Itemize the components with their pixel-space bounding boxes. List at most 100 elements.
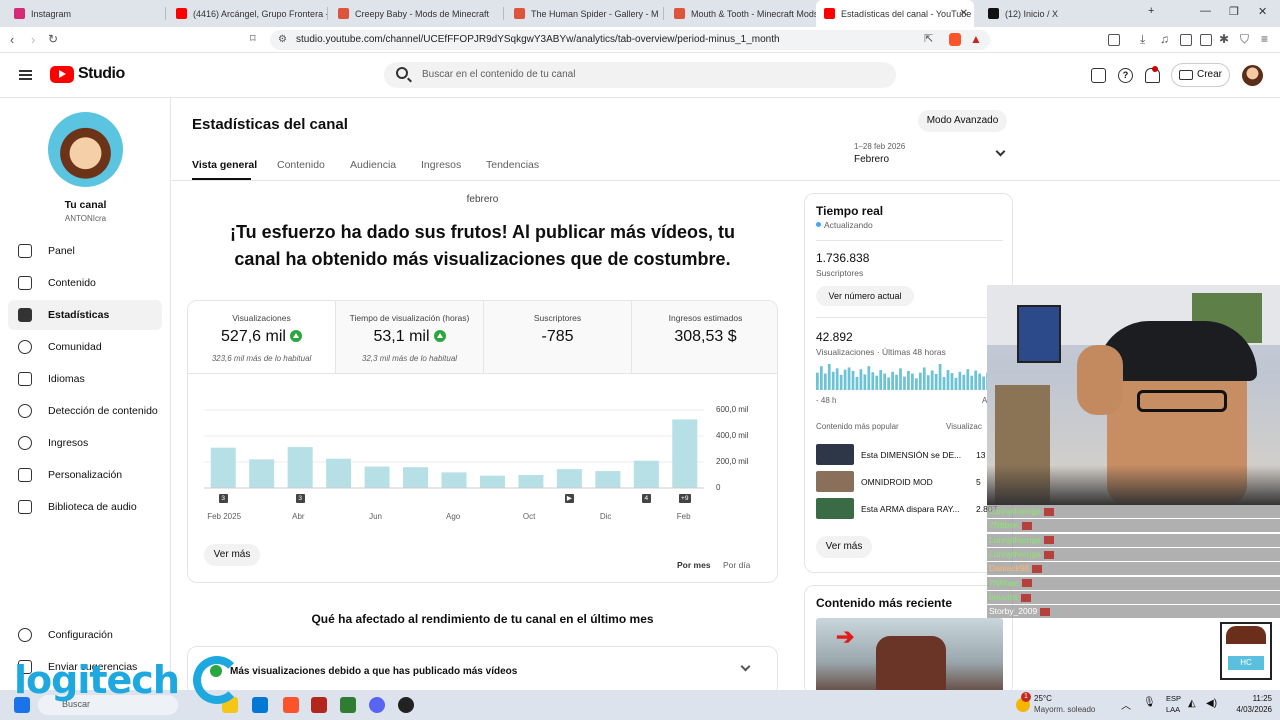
close-tab-icon[interactable]: ✕ [960, 8, 968, 19]
browser-tab[interactable]: (12) Inicio / X [980, 0, 1140, 27]
sidebar-item-subtitles[interactable]: Idiomas [8, 364, 162, 394]
maximize-button[interactable]: ❐ [1229, 5, 1239, 18]
brave-rewards-icon[interactable]: ▲ [970, 32, 982, 46]
browser-tab[interactable]: The Human Spider - Gallery - Minec [506, 0, 658, 27]
store-icon[interactable] [252, 697, 268, 713]
reader-icon[interactable] [1108, 34, 1120, 46]
per-day-toggle[interactable]: Por día [723, 560, 750, 570]
sidebar-item-monetization[interactable]: Ingresos [8, 428, 162, 458]
chart-bar[interactable] [441, 472, 467, 488]
chart-bar[interactable] [518, 475, 544, 488]
extensions-icon[interactable]: ✱ [1219, 32, 1229, 46]
site-info-icon[interactable]: ⚙ [278, 30, 287, 50]
sidebar-item-copyright[interactable]: Detección de contenido [8, 396, 162, 426]
subtitles-icon[interactable] [1091, 68, 1106, 83]
chart-upload-marker[interactable]: ▶ [564, 494, 574, 503]
tray-chevron-icon[interactable]: ︿ [1121, 697, 1131, 712]
chart-upload-marker[interactable]: 4 [641, 494, 651, 503]
tab-content[interactable]: Contenido [277, 159, 325, 171]
brave-icon[interactable] [283, 697, 299, 713]
chart-bar[interactable] [672, 419, 698, 488]
metric-tab-3[interactable]: Ingresos estimados 308,53 $ [632, 301, 777, 373]
notes-icon[interactable] [340, 697, 356, 713]
see-current-count-button[interactable]: Ver número actual [816, 286, 914, 306]
browser-tab[interactable]: Mouth & Tooth - Minecraft Mods - [666, 0, 816, 27]
youtube-logo-icon[interactable] [50, 66, 74, 83]
hamburger-menu-icon[interactable] [19, 70, 32, 80]
chart-bar[interactable] [249, 459, 275, 488]
sidebar-item-settings[interactable]: Configuración [8, 620, 162, 650]
chart-upload-marker[interactable]: 3 [295, 494, 305, 503]
back-icon[interactable]: ‹ [10, 32, 14, 47]
language-code[interactable]: ESP [1166, 694, 1181, 703]
browser-tab[interactable]: Instagram [6, 0, 166, 27]
minimize-button[interactable]: — [1200, 5, 1211, 17]
discord-icon[interactable] [369, 697, 385, 713]
vpn-icon[interactable]: ⛉ [1240, 32, 1249, 47]
volume-icon[interactable]: ◀) [1206, 698, 1217, 709]
chart-upload-marker[interactable]: 3 [218, 494, 228, 503]
sidebar-item-audio-library[interactable]: Biblioteca de audio [8, 492, 162, 522]
music-icon[interactable]: ♫ [1160, 32, 1169, 46]
reload-icon[interactable]: ↻ [48, 32, 58, 46]
chart-bar[interactable] [595, 471, 621, 488]
sidebar-item-dashboard[interactable]: Panel [8, 236, 162, 266]
realtime-see-more-button[interactable]: Ver más [816, 536, 872, 558]
tab-overview[interactable]: Vista general [192, 159, 257, 171]
search-input[interactable]: Buscar en el contenido de tu canal [384, 62, 896, 88]
sidebar-item-content[interactable]: Contenido [8, 268, 162, 298]
sidebar-icon[interactable] [1180, 34, 1192, 46]
chevron-down-icon[interactable] [740, 661, 751, 672]
mic-icon[interactable]: 🎙 [1143, 697, 1156, 708]
wallet-icon[interactable] [1200, 34, 1212, 46]
tab-audience[interactable]: Audiencia [350, 159, 396, 171]
studio-logo-text[interactable]: Studio [78, 65, 125, 83]
chart-bar[interactable] [287, 447, 313, 488]
sidebar-item-community[interactable]: Comunidad [8, 332, 162, 362]
url-field[interactable]: ⚙ studio.youtube.com/channel/UCEfFFOPJR9… [270, 30, 990, 50]
keyboard-layout[interactable]: LAA [1166, 705, 1180, 714]
date-range-selector[interactable]: 1–28 feb 2026 Febrero [854, 142, 1006, 172]
browser-tab[interactable]: (4416) Arcángel, Grupo Frontera - Al [168, 0, 328, 27]
chart-bar[interactable] [364, 466, 390, 488]
chart-bar[interactable] [479, 475, 505, 488]
bookmark-icon[interactable]: ⌑ [250, 32, 256, 45]
sidebar-item-analytics[interactable]: Estadísticas [8, 300, 162, 330]
latest-video-thumbnail[interactable]: ➔ [816, 618, 1003, 694]
app-icon[interactable] [311, 697, 327, 713]
close-window-button[interactable]: ✕ [1258, 5, 1267, 18]
browser-tab[interactable]: Creepy Baby - Mods de Minecraft - [330, 0, 490, 27]
metric-tab-1[interactable]: Tiempo de visualización (horas) 53,1 mil 3… [336, 301, 484, 373]
per-month-toggle[interactable]: Por mes [677, 560, 711, 570]
insight-card[interactable]: Más visualizaciones debido a que has pub… [187, 646, 778, 696]
channel-avatar[interactable] [48, 112, 123, 187]
popular-content-row[interactable]: Esta DIMENSIÓN se DE... 13 [816, 444, 1006, 466]
advanced-mode-button[interactable]: Modo Avanzado [918, 110, 1007, 132]
share-icon[interactable]: ⇱ [924, 32, 933, 45]
obs-icon[interactable] [398, 697, 414, 713]
tab-revenue[interactable]: Ingresos [421, 159, 461, 171]
chart-see-more-button[interactable]: Ver más [204, 544, 260, 566]
forward-icon[interactable]: › [31, 32, 35, 47]
chart-bar[interactable] [210, 447, 236, 488]
create-button[interactable]: Crear [1171, 63, 1230, 87]
popular-content-row[interactable]: Esta ARMA dispara RAY...2.807 [816, 498, 1006, 520]
account-avatar[interactable] [1242, 65, 1263, 86]
help-icon[interactable]: ? [1118, 68, 1133, 83]
sidebar-item-customization[interactable]: Personalización [8, 460, 162, 490]
new-tab-button[interactable]: + [1148, 5, 1154, 17]
network-icon[interactable]: ◭ [1188, 698, 1196, 709]
tab-trends[interactable]: Tendencias [486, 159, 539, 171]
brave-shield-icon[interactable] [949, 33, 961, 46]
chart-bar[interactable] [326, 458, 352, 488]
chart-bar[interactable] [556, 469, 582, 488]
menu-icon[interactable]: ≡ [1261, 32, 1268, 46]
chart-bar[interactable] [403, 467, 429, 488]
browser-tab[interactable]: Estadísticas del canal - YouTube ✕ [816, 0, 974, 27]
download-icon[interactable]: ⤓ [1140, 32, 1145, 47]
metric-tab-2[interactable]: Suscriptores -785 [484, 301, 632, 373]
chart-upload-marker[interactable]: +9 [678, 494, 691, 503]
chart-bar[interactable] [633, 460, 659, 488]
metric-tab-0[interactable]: Visualizaciones 527,6 mil 323,6 mil más de… [188, 301, 336, 373]
popular-content-row[interactable]: OMNIDROID MOD 5 [816, 471, 1006, 493]
